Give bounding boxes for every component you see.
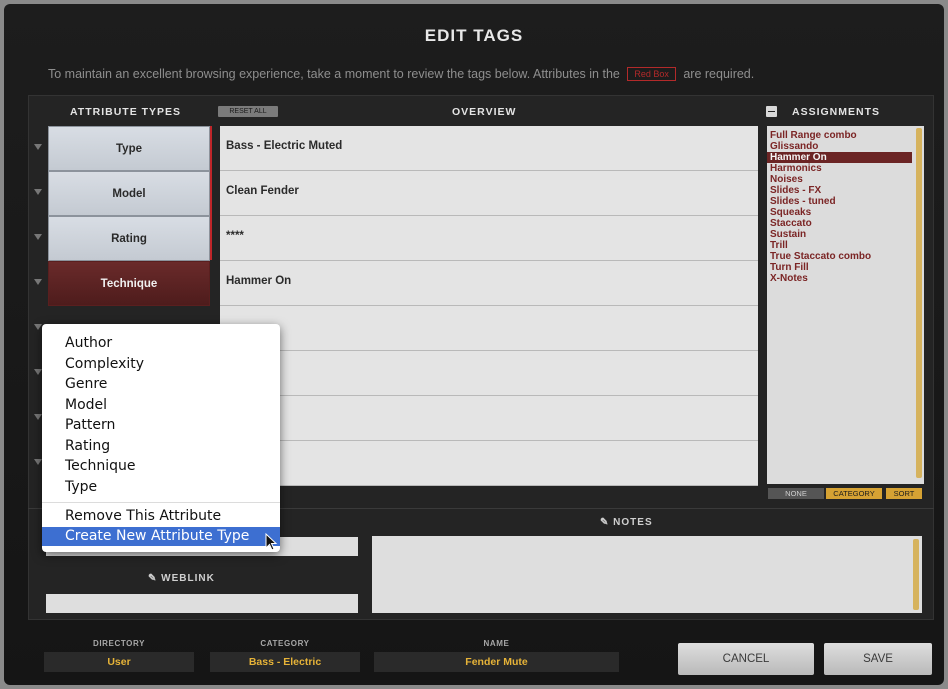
notes-label-text: NOTES — [613, 517, 653, 528]
menu-item-genre[interactable]: Genre — [42, 375, 280, 394]
overview-value-cell[interactable]: Clean Fender — [220, 171, 758, 216]
overview-value-cell[interactable] — [220, 351, 758, 396]
row-dropdown-arrow-icon[interactable] — [34, 234, 42, 240]
category-label: CATEGORY — [260, 639, 310, 648]
assignments-header: ASSIGNMENTS — [792, 106, 881, 118]
overview-header: OVERVIEW — [452, 106, 517, 118]
directory-value[interactable]: User — [44, 652, 194, 672]
reset-all-button[interactable]: RESET ALL — [218, 106, 278, 117]
subtitle-text: To maintain an excellent browsing experi… — [48, 67, 620, 81]
assignment-item[interactable]: Full Range combo — [767, 130, 912, 141]
sort-button[interactable]: SORT — [886, 488, 922, 499]
attribute-type-cell[interactable]: Rating — [48, 216, 210, 261]
overview-value-cell[interactable]: Bass - Electric Muted — [220, 126, 758, 171]
menu-item-model[interactable]: Model — [42, 396, 280, 415]
overview-value-cell[interactable]: **** — [220, 216, 758, 261]
row-dropdown-arrow-icon[interactable] — [34, 279, 42, 285]
weblink-field[interactable] — [46, 594, 358, 613]
none-filter-button[interactable]: NONE — [768, 488, 824, 499]
menu-item-pattern[interactable]: Pattern — [42, 416, 280, 435]
attribute-context-menu: Author Complexity Genre Model Pattern Rating T… — [42, 324, 280, 552]
assignment-item[interactable]: True Staccato combo — [767, 251, 912, 262]
attribute-row: Type Bass - Electric Muted — [34, 126, 758, 171]
row-dropdown-arrow-icon[interactable] — [34, 414, 42, 420]
assignment-item[interactable]: Glissando — [767, 141, 912, 152]
overview-value-cell[interactable] — [220, 306, 758, 351]
assignment-item[interactable]: Trill — [767, 240, 912, 251]
attribute-type-cell[interactable]: Model — [48, 171, 210, 216]
row-dropdown-arrow-icon[interactable] — [34, 189, 42, 195]
assignment-item[interactable]: Squeaks — [767, 207, 912, 218]
mouse-cursor-icon — [265, 533, 278, 551]
overview-value-cell[interactable] — [220, 441, 758, 486]
notes-label: ✎ NOTES — [600, 517, 653, 528]
create-attribute-type-menu-item[interactable]: Create New Attribute Type — [42, 527, 280, 546]
assignments-list[interactable]: Full Range combo Glissando Hammer On Harmon… — [767, 126, 924, 484]
row-dropdown-arrow-icon[interactable] — [34, 369, 42, 375]
row-dropdown-arrow-icon[interactable] — [34, 459, 42, 465]
attribute-type-cell[interactable]: Technique — [48, 261, 210, 306]
attribute-row: Model Clean Fender — [34, 171, 758, 216]
directory-label: DIRECTORY — [92, 639, 146, 648]
assignment-item[interactable]: Turn Fill — [767, 262, 912, 273]
menu-separator — [42, 502, 280, 503]
menu-item-type[interactable]: Type — [42, 478, 280, 497]
assignment-item[interactable]: Noises — [767, 174, 912, 185]
name-value[interactable]: Fender Mute — [374, 652, 619, 672]
overview-value-cell[interactable]: Hammer On — [220, 261, 758, 306]
name-label: NAME — [483, 639, 510, 648]
save-button[interactable]: SAVE — [824, 643, 932, 675]
dialog-title: EDIT TAGS — [424, 26, 524, 45]
assignments-scrollbar[interactable] — [916, 128, 922, 478]
notes-scrollbar[interactable] — [913, 539, 919, 610]
menu-item-author[interactable]: Author — [42, 334, 280, 353]
overview-value-cell[interactable] — [220, 396, 758, 441]
weblink-label-text: WEBLINK — [161, 573, 215, 584]
assignment-item[interactable]: X-Notes — [767, 273, 912, 284]
menu-item-complexity[interactable]: Complexity — [42, 355, 280, 374]
assignment-item[interactable]: Hammer On — [767, 152, 912, 163]
pencil-icon: ✎ — [600, 517, 614, 528]
assignment-item[interactable]: Sustain — [767, 229, 912, 240]
category-filter-button[interactable]: CATEGORY — [826, 488, 882, 499]
category-value[interactable]: Bass - Electric — [210, 652, 360, 672]
attribute-type-cell[interactable]: Type — [48, 126, 210, 171]
red-box-legend: Red Box — [627, 67, 676, 81]
row-dropdown-arrow-icon[interactable] — [34, 144, 42, 150]
pencil-icon: ✎ — [148, 573, 162, 584]
assignment-item[interactable]: Staccato — [767, 218, 912, 229]
menu-item-rating[interactable]: Rating — [42, 437, 280, 456]
dialog-subtitle: To maintain an excellent browsing experi… — [48, 67, 928, 81]
collapse-assignments-icon[interactable] — [766, 106, 777, 117]
notes-field[interactable] — [372, 536, 922, 613]
attribute-row: Technique Hammer On — [34, 261, 758, 306]
assignment-item[interactable]: Harmonics — [767, 163, 912, 174]
row-dropdown-arrow-icon[interactable] — [34, 324, 42, 330]
menu-item-technique[interactable]: Technique — [42, 457, 280, 476]
attribute-row: Rating **** — [34, 216, 758, 261]
remove-attribute-menu-item[interactable]: Remove This Attribute — [42, 507, 280, 526]
cancel-button[interactable]: CANCEL — [678, 643, 814, 675]
subtitle-required-text: are required. — [683, 67, 755, 81]
required-red-border — [210, 126, 212, 260]
assignment-item[interactable]: Slides - tuned — [767, 196, 912, 207]
attribute-types-header: ATTRIBUTE TYPES — [70, 106, 182, 118]
assignment-item[interactable]: Slides - FX — [767, 185, 912, 196]
weblink-label: ✎ WEBLINK — [148, 573, 215, 584]
